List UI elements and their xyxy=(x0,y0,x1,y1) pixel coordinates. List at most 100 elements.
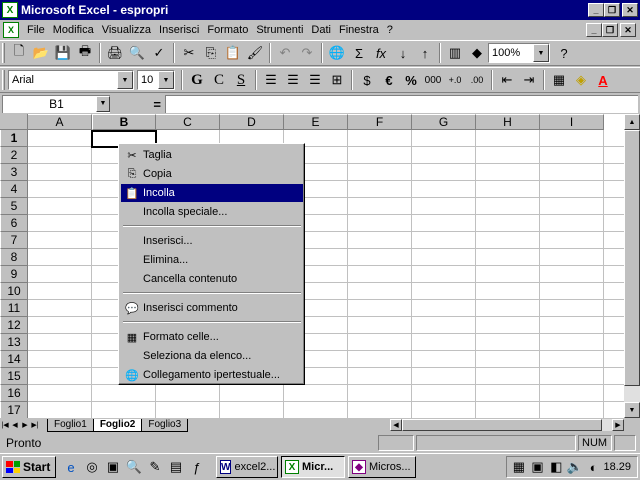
horizontal-scroll-thumb[interactable] xyxy=(402,419,602,431)
monitor-icon[interactable]: ▣ xyxy=(529,458,547,476)
context-menu-item[interactable]: ▦ Formato celle... xyxy=(121,328,303,346)
scroll-up-icon[interactable]: ▲ xyxy=(624,114,640,130)
find-icon[interactable]: 🔍 xyxy=(125,458,143,476)
first-sheet-icon[interactable]: |◀ xyxy=(0,419,10,431)
zoom-select[interactable]: 100% ▼ xyxy=(488,43,550,63)
sheet-tab-foglio1[interactable]: Foglio1 xyxy=(47,418,94,432)
help-icon[interactable]: ? xyxy=(553,42,575,64)
menu-help[interactable]: ? xyxy=(383,24,397,36)
scroll-right-icon[interactable]: ▶ xyxy=(612,419,624,431)
chevron-down-icon[interactable]: ▼ xyxy=(96,96,110,112)
next-sheet-icon[interactable]: ▶ xyxy=(20,419,30,431)
sheet-tab-foglio2[interactable]: Foglio2 xyxy=(92,418,143,432)
preview-icon[interactable]: 🔍 xyxy=(126,42,148,64)
row-header-10[interactable]: 10 xyxy=(0,283,28,300)
select-all-corner[interactable] xyxy=(0,114,28,130)
menu-formato[interactable]: Formato xyxy=(203,24,252,36)
row-header-16[interactable]: 16 xyxy=(0,385,28,402)
context-menu-item[interactable]: Inserisci... xyxy=(121,232,303,250)
column-header-g[interactable]: G xyxy=(412,114,476,130)
merge-center-icon[interactable]: ⊞ xyxy=(326,69,348,91)
menu-finestra[interactable]: Finestra xyxy=(335,24,383,36)
vertical-scrollbar[interactable]: ▲ ▼ xyxy=(624,114,640,418)
outlook-icon[interactable]: ◎ xyxy=(83,458,101,476)
workbook-icon[interactable]: X xyxy=(3,22,19,38)
italic-button[interactable]: C xyxy=(208,69,230,91)
sort-descending-icon[interactable]: ↑ xyxy=(414,42,436,64)
last-sheet-icon[interactable]: ▶| xyxy=(30,419,40,431)
column-header-i[interactable]: I xyxy=(540,114,604,130)
vertical-scroll-thumb[interactable] xyxy=(624,130,640,386)
align-left-icon[interactable]: ☰ xyxy=(260,69,282,91)
new-icon[interactable]: 🗋 xyxy=(8,42,30,64)
scroll-left-icon[interactable]: ◀ xyxy=(390,419,402,431)
internet-explorer-icon[interactable]: e xyxy=(62,458,80,476)
align-center-icon[interactable]: ☰ xyxy=(282,69,304,91)
workbook-minimize-button[interactable]: _ xyxy=(586,23,602,37)
spelling-icon[interactable]: ✓ xyxy=(148,42,170,64)
column-header-b[interactable]: B xyxy=(92,114,156,130)
cut-icon[interactable]: ✂ xyxy=(178,42,200,64)
context-menu-item[interactable]: Cancella contenuto xyxy=(121,270,303,288)
context-menu-item[interactable]: Seleziona da elenco... xyxy=(121,347,303,365)
row-header-8[interactable]: 8 xyxy=(0,249,28,266)
decrease-decimal-icon[interactable]: .00 xyxy=(466,69,488,91)
toolbar-grip[interactable] xyxy=(2,43,5,63)
sort-ascending-icon[interactable]: ↓ xyxy=(392,42,414,64)
menu-modifica[interactable]: Modifica xyxy=(49,24,98,36)
menu-strumenti[interactable]: Strumenti xyxy=(252,24,307,36)
row-header-7[interactable]: 7 xyxy=(0,232,28,249)
row-header-13[interactable]: 13 xyxy=(0,334,28,351)
redo-icon[interactable]: ↷ xyxy=(296,42,318,64)
scheduler-icon[interactable]: ◧ xyxy=(547,458,565,476)
underline-button[interactable]: S xyxy=(230,69,252,91)
row-header-17[interactable]: 17 xyxy=(0,402,28,418)
column-header-f[interactable]: F xyxy=(348,114,412,130)
minimize-button[interactable]: _ xyxy=(588,3,604,17)
format-painter-icon[interactable]: 🖌 xyxy=(244,42,266,64)
clock[interactable]: 18.29 xyxy=(603,461,637,473)
taskbar-button-excel[interactable]: X Micr... xyxy=(281,456,345,478)
menu-dati[interactable]: Dati xyxy=(307,24,335,36)
maximize-button[interactable]: ❐ xyxy=(604,3,620,17)
row-header-12[interactable]: 12 xyxy=(0,317,28,334)
thousands-button[interactable]: 000 xyxy=(422,69,444,91)
scroll-down-icon[interactable]: ▼ xyxy=(624,402,640,418)
tray-app-icon[interactable]: ◐ xyxy=(585,458,603,476)
network-icon[interactable]: ▦ xyxy=(510,458,528,476)
row-header-5[interactable]: 5 xyxy=(0,198,28,215)
desktop-icon[interactable]: ▣ xyxy=(104,458,122,476)
chevron-down-icon[interactable]: ▼ xyxy=(117,71,133,89)
menu-file[interactable]: File xyxy=(23,24,49,36)
workbook-restore-button[interactable]: ❐ xyxy=(602,23,618,37)
outdent-icon[interactable]: ⇥ xyxy=(518,69,540,91)
excel-app-icon[interactable]: X xyxy=(2,2,18,18)
copy-icon[interactable]: ⎘ xyxy=(200,42,222,64)
open-icon[interactable]: 📂 xyxy=(30,42,52,64)
fill-color-icon[interactable]: ◈ xyxy=(570,69,592,91)
increase-decimal-icon[interactable]: +.0 xyxy=(444,69,466,91)
font-size-select[interactable]: 10 ▼ xyxy=(137,70,175,90)
column-header-e[interactable]: E xyxy=(284,114,348,130)
save-icon[interactable]: 💾 xyxy=(52,42,74,64)
chevron-down-icon[interactable]: ▼ xyxy=(158,71,174,89)
tool-icon[interactable]: ƒ xyxy=(188,458,206,476)
function-icon[interactable]: fx xyxy=(370,42,392,64)
taskbar-button-other[interactable]: ◆ Micros... xyxy=(348,456,416,478)
prev-sheet-icon[interactable]: ◀ xyxy=(10,419,20,431)
spreadsheet-grid[interactable]: A B C D E F G H I 1 2 3 4 5 6 7 8 9 10 11 12 13 14 15 16 17 xyxy=(0,114,624,418)
context-menu-item[interactable]: 🌐 Collegamento ipertestuale... xyxy=(121,366,303,384)
row-header-2[interactable]: 2 xyxy=(0,147,28,164)
media-icon[interactable]: ▤ xyxy=(167,458,185,476)
chevron-down-icon[interactable]: ▼ xyxy=(533,44,549,62)
workbook-close-button[interactable]: ✕ xyxy=(620,23,636,37)
formula-input[interactable] xyxy=(165,95,638,113)
equals-icon[interactable]: = xyxy=(110,97,165,112)
menu-inserisci[interactable]: Inserisci xyxy=(155,24,203,36)
volume-icon[interactable]: 🔈 xyxy=(566,458,584,476)
drawing-icon[interactable]: ◆ xyxy=(466,42,488,64)
autosum-icon[interactable]: Σ xyxy=(348,42,370,64)
row-header-1[interactable]: 1 xyxy=(0,130,28,147)
name-box[interactable]: B1 ▼ xyxy=(2,95,110,113)
row-header-3[interactable]: 3 xyxy=(0,164,28,181)
